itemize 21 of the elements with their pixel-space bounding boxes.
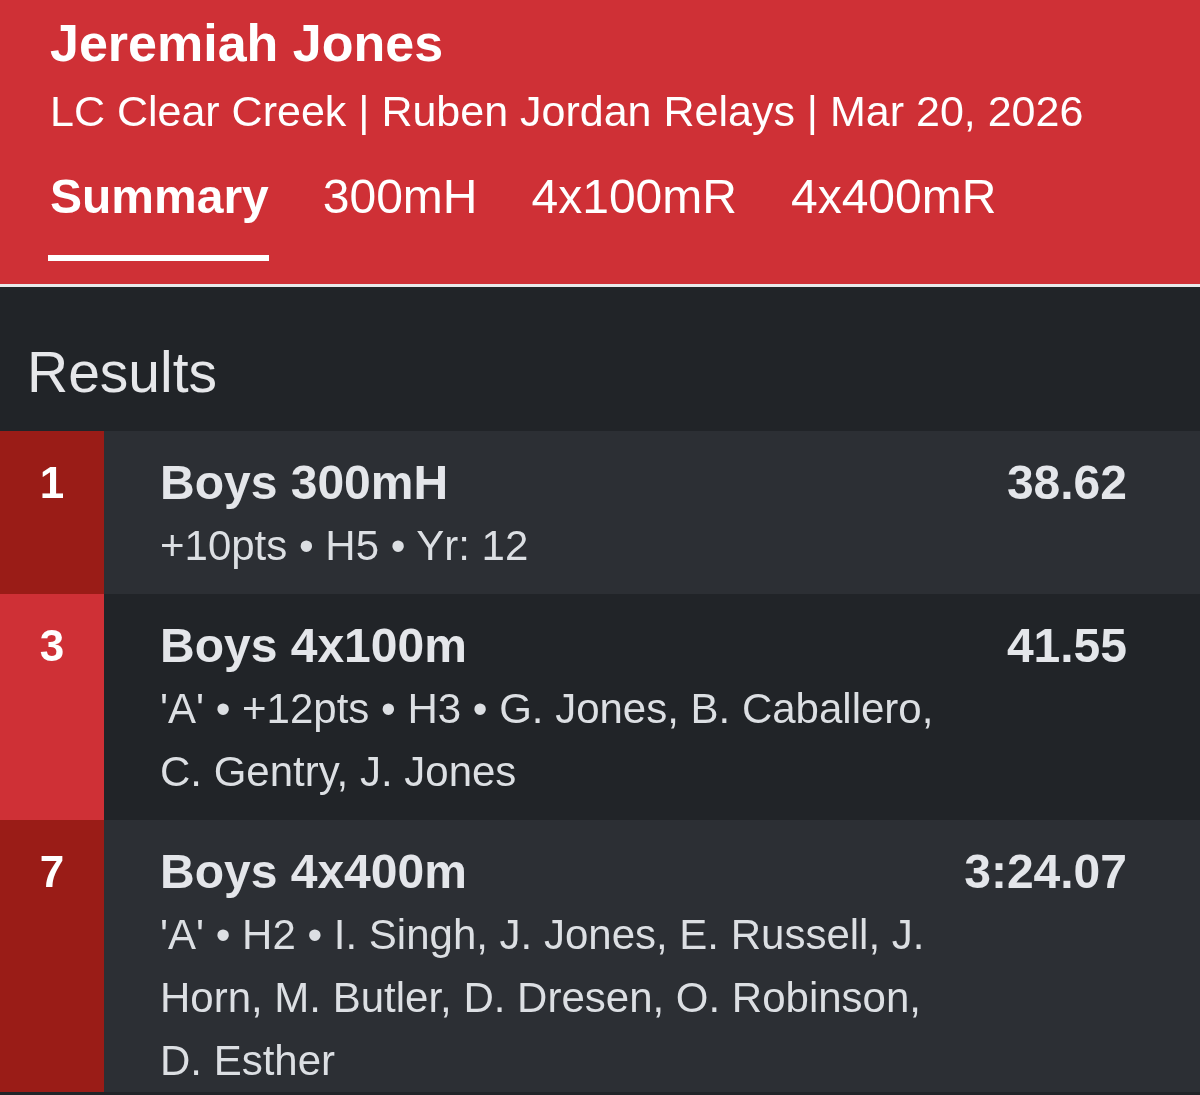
section-heading: Results	[26, 339, 219, 406]
result-details: 'A' • +12pts • H3 • G. Jones, B. Caballero, C. Gentry, J. Jones	[160, 684, 935, 797]
tab[interactable]: 4x400mR	[788, 169, 997, 261]
result-details: 'A' • H2 • I. Singh, J. Jones, E. Russell, J. Horn, M. Butler, D. Dresen, O. Robinson, D. Esther	[160, 910, 926, 1086]
athlete-name: Jeremiah Jones	[50, 13, 445, 74]
result-time: 3:24.07	[964, 844, 1127, 900]
result-time: 38.62	[1006, 455, 1127, 511]
result-row[interactable]: 7 Boys 4x400m 3:24.07 'A' • H2 • I. Singh, J. Jones, E. Russell, J. Horn, M. Butler, D. Dresen, O. Robinson, D. Esther	[0, 820, 1200, 1092]
tab[interactable]: 4x100mR	[529, 169, 737, 261]
result-time: 41.55	[1006, 618, 1127, 674]
event-name: Boys 4x100m	[160, 618, 467, 674]
place-number: 7	[0, 820, 104, 1092]
place-number: 1	[0, 431, 104, 594]
meet-info: LC Clear Creek | Ruben Jordan Relays | Mar 20, 2026	[50, 86, 1085, 137]
tab[interactable]: Summary	[48, 169, 269, 261]
result-row[interactable]: 1 Boys 300mH 38.62 +10pts • H5 • Yr: 12	[0, 431, 1200, 594]
event-name: Boys 300mH	[160, 455, 449, 511]
result-details: +10pts • H5 • Yr: 12	[160, 521, 530, 571]
place-number: 3	[0, 594, 104, 820]
tab[interactable]: 300mH	[320, 169, 478, 261]
event-name: Boys 4x400m	[160, 844, 467, 900]
